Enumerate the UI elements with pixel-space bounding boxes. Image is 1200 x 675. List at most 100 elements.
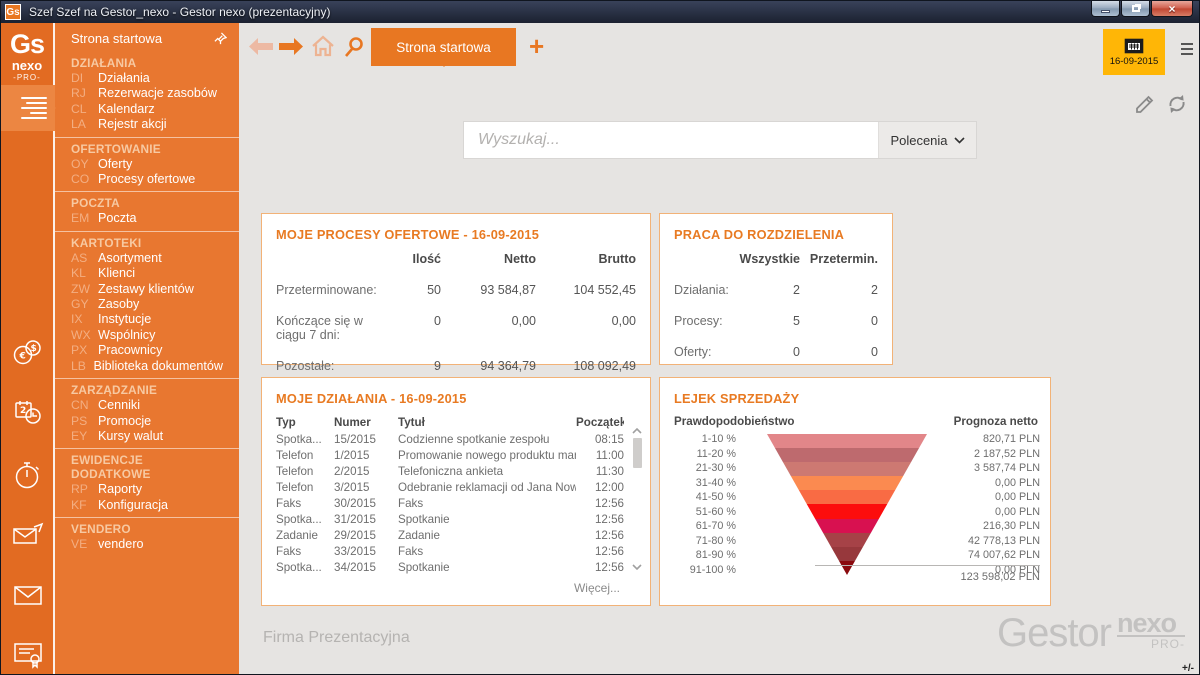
panel-lejek-sprzedazy: LEJEK SPRZEDAŻY Prawdopodobieństwo Progn… bbox=[659, 377, 1051, 606]
tab-label: Strona startowa bbox=[396, 40, 491, 55]
chevron-down-icon bbox=[954, 137, 965, 144]
zoom-indicator: +/- bbox=[1182, 663, 1194, 674]
table-row[interactable]: Kończące się w ciągu 7 dni: 0 0,00 0,00 bbox=[262, 314, 650, 342]
table-row[interactable]: Przeterminowane: 50 93 584,87 104 552,45 bbox=[262, 283, 650, 297]
new-tab-button[interactable]: + bbox=[529, 31, 544, 62]
scroll-up-icon[interactable] bbox=[632, 428, 642, 434]
activity-row[interactable]: Spotka... 31/2015 Spotkanie 12:56 bbox=[262, 512, 650, 528]
sidebar-menu-item[interactable]: EYKursy walut bbox=[55, 429, 239, 444]
close-button[interactable]: × bbox=[1151, 1, 1193, 17]
sidebar-menu-item[interactable]: KLKlienci bbox=[55, 266, 239, 281]
item-code: IX bbox=[71, 312, 98, 327]
item-label: Promocje bbox=[98, 414, 151, 429]
item-label: Klienci bbox=[98, 266, 135, 281]
back-button[interactable] bbox=[249, 38, 273, 55]
forecast-value: 42 778,13 PLN bbox=[870, 534, 1040, 549]
sidebar-menu-item[interactable]: ASAsortyment bbox=[55, 251, 239, 266]
mail-icon[interactable] bbox=[1, 577, 55, 613]
probability-range-label: 61-70 % bbox=[660, 519, 736, 534]
funnel-headers: Prawdopodobieństwo Prognoza netto bbox=[660, 406, 1050, 432]
item-label: Rejestr akcji bbox=[98, 117, 167, 132]
activity-row[interactable]: Zadanie 29/2015 Zadanie 12:56 bbox=[262, 528, 650, 544]
finance-coins-icon[interactable]: $€ bbox=[1, 335, 55, 371]
search-input[interactable] bbox=[464, 122, 878, 158]
scrollbar-thumb[interactable] bbox=[633, 438, 642, 468]
minimize-button[interactable] bbox=[1091, 1, 1120, 17]
more-link[interactable]: Więcej... bbox=[574, 581, 620, 595]
mail-send-icon[interactable] bbox=[1, 517, 55, 553]
item-label: Biblioteka dokumentów bbox=[93, 359, 223, 374]
certificate-icon[interactable] bbox=[1, 637, 55, 673]
sidebar-menu-item[interactable]: RPRaporty bbox=[55, 482, 239, 497]
section-header: DZIAŁANIA bbox=[55, 55, 239, 71]
item-code: OY bbox=[71, 157, 98, 172]
forecast-value: 2 187,52 PLN bbox=[870, 447, 1040, 462]
forecast-value: 0,00 PLN bbox=[870, 476, 1040, 491]
date-widget[interactable]: 16-09-2015 bbox=[1103, 29, 1165, 75]
sidebar-menu-item[interactable]: VEvendero bbox=[55, 537, 239, 552]
sidebar-menu-item[interactable]: PSPromocje bbox=[55, 414, 239, 429]
search-bar: Polecenia bbox=[463, 121, 977, 159]
sidebar-menu-item[interactable]: RJRezerwacje zasobów bbox=[55, 86, 239, 101]
activity-row[interactable]: Faks 30/2015 Faks 12:56 bbox=[262, 496, 650, 512]
table-row[interactable]: Procesy: 5 0 bbox=[660, 314, 892, 328]
menu-hamburger-icon[interactable] bbox=[1, 85, 55, 131]
widget-menu-icon[interactable] bbox=[1181, 43, 1193, 55]
item-label: Rezerwacje zasobów bbox=[98, 86, 217, 101]
commands-dropdown[interactable]: Polecenia bbox=[878, 122, 976, 158]
item-label: Raporty bbox=[98, 482, 142, 497]
refresh-icon[interactable] bbox=[1166, 93, 1188, 120]
sidebar-menu-item[interactable]: DIDziałania bbox=[55, 71, 239, 86]
sidebar-menu-item[interactable]: EMPoczta bbox=[55, 211, 239, 226]
calendar-clock-icon[interactable]: 2 bbox=[1, 395, 55, 431]
table-row[interactable]: Oferty: 0 0 bbox=[660, 345, 892, 359]
pin-icon[interactable] bbox=[214, 32, 227, 45]
activity-row[interactable]: Spotka... 15/2015 Codzienne spotkanie ze… bbox=[262, 432, 650, 448]
item-code: GY bbox=[71, 297, 98, 312]
section-header: ZARZĄDZANIE bbox=[55, 382, 239, 398]
sidebar-menu-item[interactable]: WXWspólnicy bbox=[55, 328, 239, 343]
sidebar-menu-item[interactable]: LARejestr akcji bbox=[55, 117, 239, 132]
sidebar-item-strona-startowa[interactable]: Strona startowa bbox=[55, 29, 239, 52]
activity-row[interactable]: Telefon 3/2015 Odebranie reklamacji od J… bbox=[262, 480, 650, 496]
scroll-down-icon[interactable] bbox=[632, 564, 642, 570]
restore-icon bbox=[1132, 5, 1140, 12]
item-code: AS bbox=[71, 251, 98, 266]
sidebar-menu-item[interactable]: CLKalendarz bbox=[55, 102, 239, 117]
restore-button[interactable] bbox=[1121, 1, 1150, 17]
item-code: VE bbox=[71, 537, 98, 552]
activity-row[interactable]: Telefon 2/2015 Telefoniczna ankieta 11:3… bbox=[262, 464, 650, 480]
panel-title: LEJEK SPRZEDAŻY bbox=[660, 378, 1050, 406]
panel-title: PRACA DO ROZDZIELENIA bbox=[660, 214, 892, 242]
table-row[interactable]: Pozostałe: 9 94 364,79 108 092,49 bbox=[262, 359, 650, 373]
item-label: Konfiguracja bbox=[98, 498, 168, 513]
edit-pencil-icon[interactable] bbox=[1134, 93, 1156, 120]
sidebar-menu-item[interactable]: COProcesy ofertowe bbox=[55, 172, 239, 187]
sidebar-menu-item[interactable]: CNCenniki bbox=[55, 398, 239, 413]
activity-row[interactable]: Telefon 1/2015 Promowanie nowego produkt… bbox=[262, 448, 650, 464]
stopwatch-icon[interactable] bbox=[1, 457, 55, 493]
sidebar-menu-item[interactable]: OYOferty bbox=[55, 157, 239, 172]
section-header: KARTOTEKI bbox=[55, 235, 239, 251]
vertical-scrollbar[interactable] bbox=[630, 428, 644, 576]
search-button[interactable] bbox=[343, 36, 365, 58]
item-label: Instytucje bbox=[98, 312, 151, 327]
home-button[interactable] bbox=[311, 34, 335, 58]
sidebar-menu-item[interactable]: KFKonfiguracja bbox=[55, 498, 239, 513]
sidebar-menu-item[interactable]: ZWZestawy klientów bbox=[55, 282, 239, 297]
company-name: Firma Prezentacyjna bbox=[263, 629, 410, 647]
sidebar-menu-item[interactable]: LBBiblioteka dokumentów bbox=[55, 359, 239, 374]
activity-row[interactable]: Spotka... 34/2015 Spotkanie 12:56 bbox=[262, 560, 650, 576]
forecast-value: 0,00 PLN bbox=[870, 505, 1040, 520]
activity-row[interactable]: Faks 33/2015 Faks 12:56 bbox=[262, 544, 650, 560]
sidebar-menu-item[interactable]: PXPracownicy bbox=[55, 343, 239, 358]
forward-button[interactable] bbox=[279, 38, 303, 55]
sidebar-menu-item[interactable]: IXInstytucje bbox=[55, 312, 239, 327]
panel-title: MOJE DZIAŁANIA - 16-09-2015 bbox=[262, 378, 650, 406]
item-code: DI bbox=[71, 71, 98, 86]
brand-watermark: Gestor nexo PRO- bbox=[997, 611, 1185, 656]
menu-section-poczta: POCZTA EMPoczta bbox=[55, 192, 239, 231]
tab-strona-startowa[interactable]: Strona startowa bbox=[371, 28, 516, 66]
sidebar-menu-item[interactable]: GYZasoby bbox=[55, 297, 239, 312]
table-row[interactable]: Działania: 2 2 bbox=[660, 283, 892, 297]
